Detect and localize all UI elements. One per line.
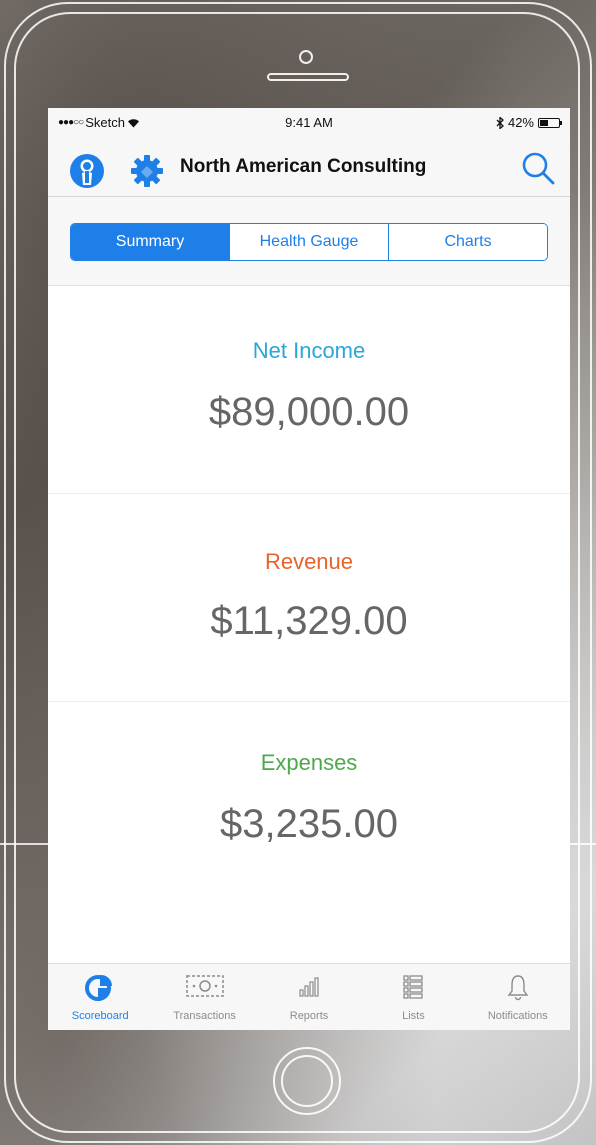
battery-fill [540, 119, 549, 126]
tab-health-gauge[interactable]: Health Gauge [230, 224, 389, 260]
tab-charts[interactable]: Charts [389, 224, 547, 260]
segmented-control: Summary Health Gauge Charts [70, 223, 548, 261]
net-income-card[interactable]: Net Income $89,000.00 [48, 286, 570, 494]
net-income-label: Net Income [252, 338, 366, 363]
bottom-tab-bar: Scoreboard Transactions Reports Lists No… [48, 963, 570, 1030]
app-screen: ●●●○○ Sketch 9:41 AM 42% North American … [48, 108, 570, 1030]
status-right: 42% [496, 115, 562, 130]
expenses-value: $3,235.00 [220, 802, 398, 846]
revenue-label: Revenue [264, 549, 354, 574]
status-bar: ●●●○○ Sketch 9:41 AM 42% [48, 108, 570, 138]
net-income-value: $89,000.00 [208, 390, 410, 434]
bar-chart-icon [299, 977, 319, 997]
bluetooth-icon [496, 116, 504, 129]
search-icon[interactable] [520, 150, 556, 186]
battery-percent: 42% [507, 115, 534, 130]
segment-bar: Summary Health Gauge Charts [48, 197, 570, 286]
expenses-card[interactable]: Expenses $3,235.00 [48, 702, 570, 909]
bell-icon [507, 975, 529, 1001]
pie-chart-icon [85, 974, 113, 1001]
front-camera [299, 50, 313, 64]
revenue-value: $11,329.00 [210, 599, 408, 643]
tab-transactions[interactable]: Transactions [152, 964, 256, 1030]
tab-label-transactions: Transactions [173, 1010, 236, 1022]
tab-reports[interactable]: Reports [257, 964, 361, 1030]
tab-summary[interactable]: Summary [71, 224, 230, 260]
settings-gear-icon[interactable] [128, 152, 166, 190]
tab-notifications[interactable]: Notifications [466, 964, 570, 1030]
company-title: North American Consulting [180, 156, 427, 177]
tab-label-reports: Reports [289, 1010, 329, 1022]
tab-label-scoreboard: Scoreboard [71, 1010, 129, 1022]
tab-label-lists: Lists [402, 1010, 425, 1022]
home-button[interactable] [273, 1047, 341, 1115]
earpiece-speaker [267, 73, 349, 81]
revenue-card[interactable]: Revenue $11,329.00 [48, 494, 570, 702]
tab-label-notifications: Notifications [487, 1010, 548, 1022]
expenses-label: Expenses [260, 750, 358, 775]
battery-icon [538, 117, 562, 128]
navigation-bar: North American Consulting [48, 138, 570, 197]
profile-icon[interactable] [68, 152, 106, 190]
money-icon [185, 975, 224, 997]
list-icon [403, 975, 424, 999]
tab-lists[interactable]: Lists [361, 964, 465, 1030]
status-time: 9:41 AM [285, 115, 333, 130]
tab-scoreboard[interactable]: Scoreboard [48, 964, 152, 1030]
